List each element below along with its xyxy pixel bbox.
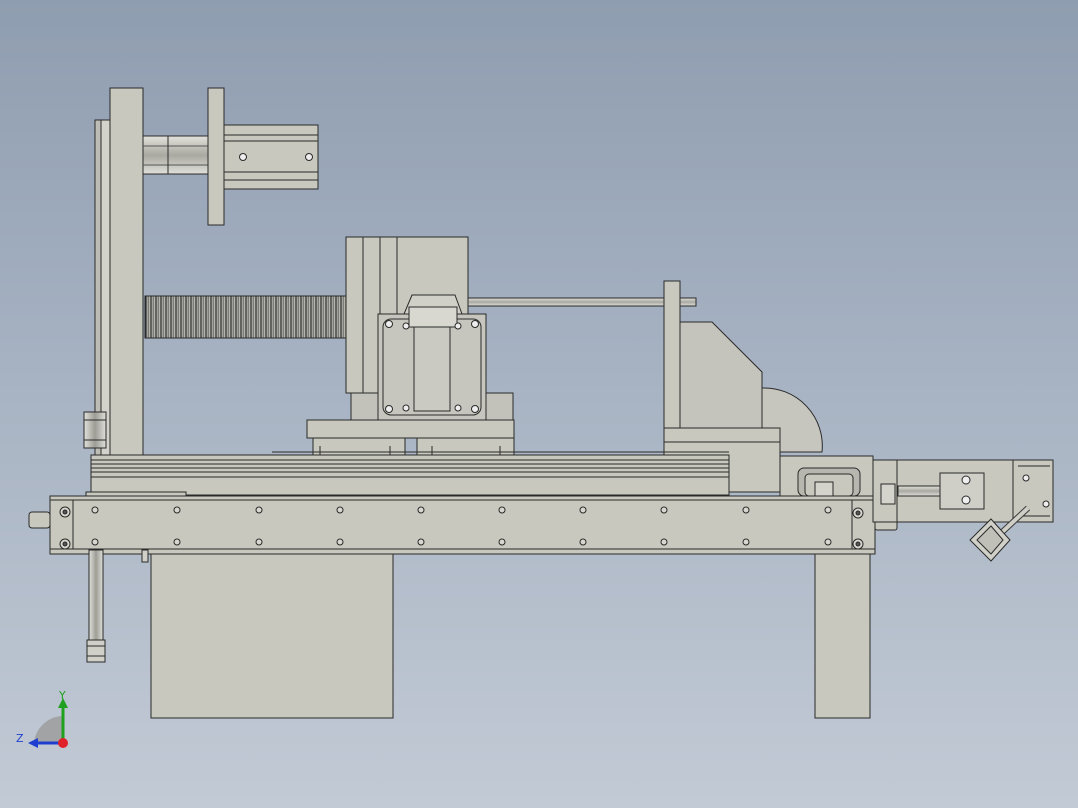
- guide-rod: [467, 297, 697, 307]
- left-end-cap: [28, 511, 51, 529]
- machine-assembly-drawing[interactable]: [0, 0, 1078, 808]
- left-column-assembly: [94, 87, 144, 461]
- cylinder-flange-plate: [207, 87, 225, 226]
- main-base-beam: [49, 495, 876, 555]
- triad-arc: [34, 716, 62, 742]
- linear-rail: [85, 451, 730, 497]
- bellows-spring: [144, 295, 348, 339]
- cad-viewport[interactable]: Y Z: [0, 0, 1078, 808]
- right-support-leg: [814, 551, 871, 719]
- top-air-cylinder: [142, 87, 319, 226]
- triad-z-label: Z: [16, 732, 24, 745]
- right-bracket: [779, 455, 874, 499]
- left-support-block: [150, 551, 394, 719]
- triad-x-origin: [58, 738, 68, 748]
- triad-y-label: Y: [59, 689, 66, 702]
